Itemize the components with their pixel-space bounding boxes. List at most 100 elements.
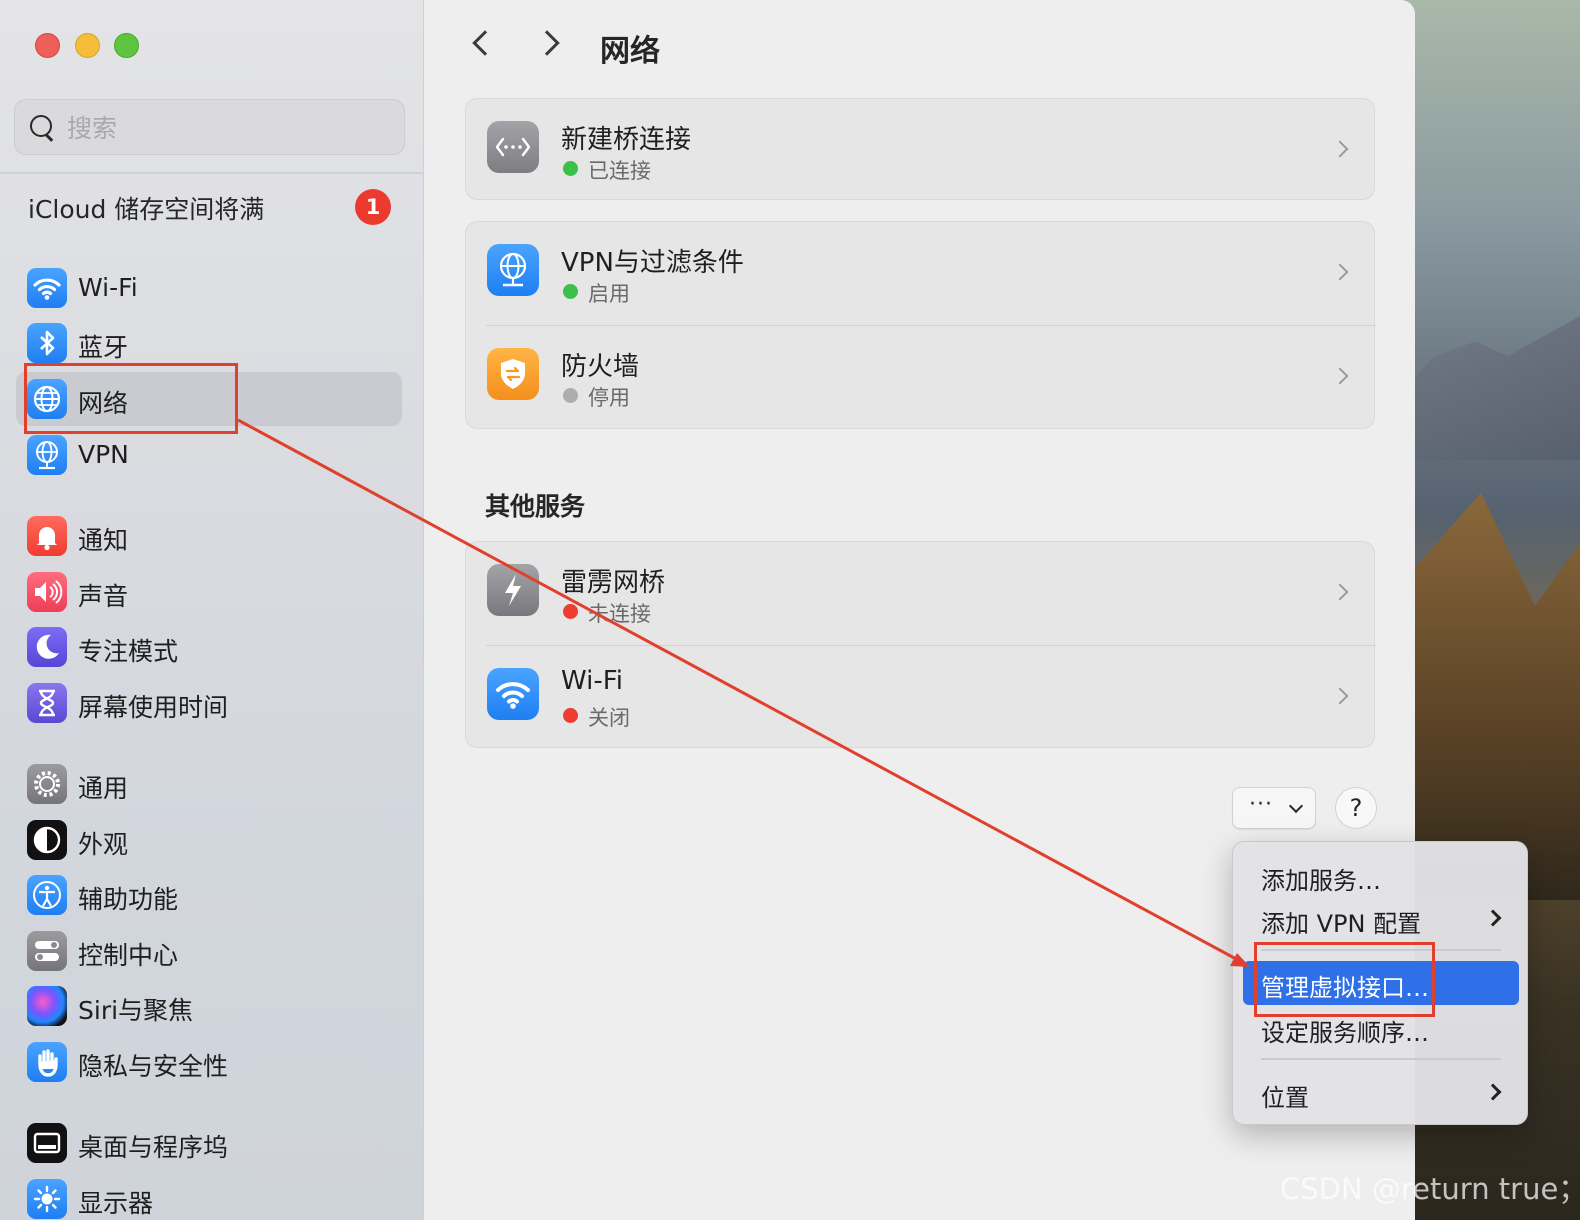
wifi-icon — [27, 268, 67, 308]
thunderbolt-icon — [487, 564, 539, 616]
menu-item-label: 添加服务… — [1261, 867, 1381, 895]
ellipsis-icon: ··· — [1249, 792, 1273, 817]
chevron-right-icon — [534, 30, 560, 56]
chevron-right-icon — [1331, 687, 1349, 705]
help-button[interactable]: ? — [1335, 787, 1377, 829]
chevron-right-icon — [1331, 367, 1349, 385]
sidebar-item-general[interactable]: 通用 — [16, 757, 402, 811]
chevron-left-icon — [472, 30, 498, 56]
service-title: 防火墙 — [561, 352, 640, 382]
sidebar-item-focus[interactable]: 专注模式 — [16, 620, 402, 674]
sidebar-item-appearance[interactable]: 外观 — [16, 813, 402, 867]
service-group-other: 雷雳网桥 未连接 Wi-Fi 关闭 — [465, 541, 1376, 750]
menu-item-add-service[interactable]: 添加服务… — [1243, 854, 1519, 898]
service-row-firewall[interactable]: 防火墙 停用 — [466, 326, 1376, 430]
sidebar-item-label: 桌面与程序坞 — [78, 1133, 229, 1162]
firewall-shield-icon — [487, 348, 539, 400]
vpn-globe-icon — [487, 244, 539, 296]
sidebar-item-label: Siri与聚焦 — [78, 996, 194, 1025]
service-group-security: VPN与过滤条件 启用 防火墙 停用 — [465, 221, 1376, 430]
bluetooth-icon — [27, 323, 67, 363]
service-status: 关闭 — [588, 706, 630, 730]
sidebar-item-vpn[interactable]: VPN — [16, 428, 402, 482]
wifi-icon — [487, 668, 539, 720]
sidebar-divider — [0, 172, 424, 174]
bell-icon — [27, 516, 67, 556]
sidebar: iCloud 储存空间将满 1 Wi-Fi 蓝牙 网络 VPN — [0, 0, 424, 1220]
sidebar-item-sound[interactable]: 声音 — [16, 565, 402, 619]
sidebar-item-wifi[interactable]: Wi-Fi — [16, 261, 402, 315]
sidebar-item-screen-time[interactable]: 屏幕使用时间 — [16, 676, 402, 730]
sidebar-item-label: 通用 — [78, 774, 129, 803]
sidebar-item-label: 声音 — [78, 582, 129, 611]
sidebar-item-displays[interactable]: 显示器 — [16, 1172, 402, 1220]
page-title: 网络 — [600, 34, 660, 69]
service-row-vpn[interactable]: VPN与过滤条件 启用 — [466, 222, 1376, 326]
zoom-window-button[interactable] — [114, 33, 139, 58]
sidebar-item-label: 屏幕使用时间 — [78, 693, 229, 722]
sidebar-item-siri[interactable]: Siri与聚焦 — [16, 979, 402, 1033]
vpn-globe-icon — [27, 435, 67, 475]
status-dot-red — [563, 708, 578, 723]
service-row-bridge[interactable]: 新建桥连接 已连接 — [466, 99, 1376, 203]
forward-button[interactable] — [534, 26, 570, 62]
sidebar-item-label: 隐私与安全性 — [78, 1052, 229, 1081]
icloud-storage-notice[interactable]: iCloud 储存空间将满 — [28, 190, 264, 226]
service-row-thunderbolt-bridge[interactable]: 雷雳网桥 未连接 — [466, 542, 1376, 646]
bridge-icon — [487, 121, 539, 173]
status-dot-red — [563, 604, 578, 619]
accessibility-icon — [27, 875, 67, 915]
annotation-box-network — [24, 363, 238, 434]
service-title: Wi-Fi — [561, 666, 624, 696]
back-button[interactable] — [464, 26, 500, 62]
moon-icon — [27, 627, 67, 667]
minimize-window-button[interactable] — [75, 33, 100, 58]
service-status: 停用 — [588, 386, 630, 410]
more-actions-popup-button[interactable]: ··· — [1232, 787, 1316, 829]
search-input[interactable] — [67, 108, 397, 148]
sidebar-item-label: 控制中心 — [78, 941, 179, 970]
annotation-box-manage-virtual-interfaces — [1254, 942, 1435, 1017]
chevron-right-icon — [1331, 583, 1349, 601]
section-header-other-services: 其他服务 — [485, 492, 586, 521]
chevron-right-icon — [1331, 140, 1349, 158]
sidebar-item-bluetooth[interactable]: 蓝牙 — [16, 316, 402, 370]
chevron-right-icon — [1331, 263, 1349, 281]
speaker-icon — [27, 572, 67, 612]
service-title: VPN与过滤条件 — [561, 248, 744, 278]
sidebar-item-desktop-dock[interactable]: 桌面与程序坞 — [16, 1116, 402, 1170]
sidebar-item-label: VPN — [78, 440, 129, 469]
search-field[interactable] — [14, 99, 405, 155]
menu-separator — [1261, 1058, 1501, 1060]
menu-item-label: 位置 — [1261, 1084, 1309, 1112]
sidebar-item-label: 显示器 — [78, 1189, 154, 1218]
menu-item-add-vpn-config[interactable]: 添加 VPN 配置 — [1243, 897, 1519, 941]
status-dot-green — [563, 161, 578, 176]
service-title: 雷雳网桥 — [561, 568, 666, 598]
search-icon — [27, 113, 57, 143]
toggles-icon — [27, 931, 67, 971]
submenu-chevron-icon — [1484, 1083, 1502, 1101]
sidebar-item-accessibility[interactable]: 辅助功能 — [16, 868, 402, 922]
appearance-icon — [27, 820, 67, 860]
menu-item-location[interactable]: 位置 — [1243, 1071, 1519, 1115]
watermark: CSDN @return true； — [1280, 1172, 1580, 1206]
sidebar-item-label: 外观 — [78, 830, 129, 859]
service-group-bridge: 新建桥连接 已连接 — [465, 98, 1375, 200]
service-status: 启用 — [588, 282, 630, 306]
sidebar-item-label: 专注模式 — [78, 637, 179, 666]
service-row-wifi[interactable]: Wi-Fi 关闭 — [466, 646, 1376, 750]
hourglass-icon — [27, 683, 67, 723]
sidebar-item-privacy[interactable]: 隐私与安全性 — [16, 1035, 402, 1089]
siri-icon — [27, 986, 67, 1026]
system-settings-window: iCloud 储存空间将满 1 Wi-Fi 蓝牙 网络 VPN — [0, 0, 1415, 1220]
notification-badge: 1 — [355, 189, 391, 225]
menu-item-label: 设定服务顺序… — [1261, 1019, 1429, 1047]
status-dot-green — [563, 284, 578, 299]
sidebar-item-control-center[interactable]: 控制中心 — [16, 924, 402, 978]
hand-icon — [27, 1042, 67, 1082]
close-window-button[interactable] — [35, 33, 60, 58]
sidebar-item-notifications[interactable]: 通知 — [16, 509, 402, 563]
status-dot-gray — [563, 388, 578, 403]
wallpaper-ridge — [1400, 316, 1580, 460]
